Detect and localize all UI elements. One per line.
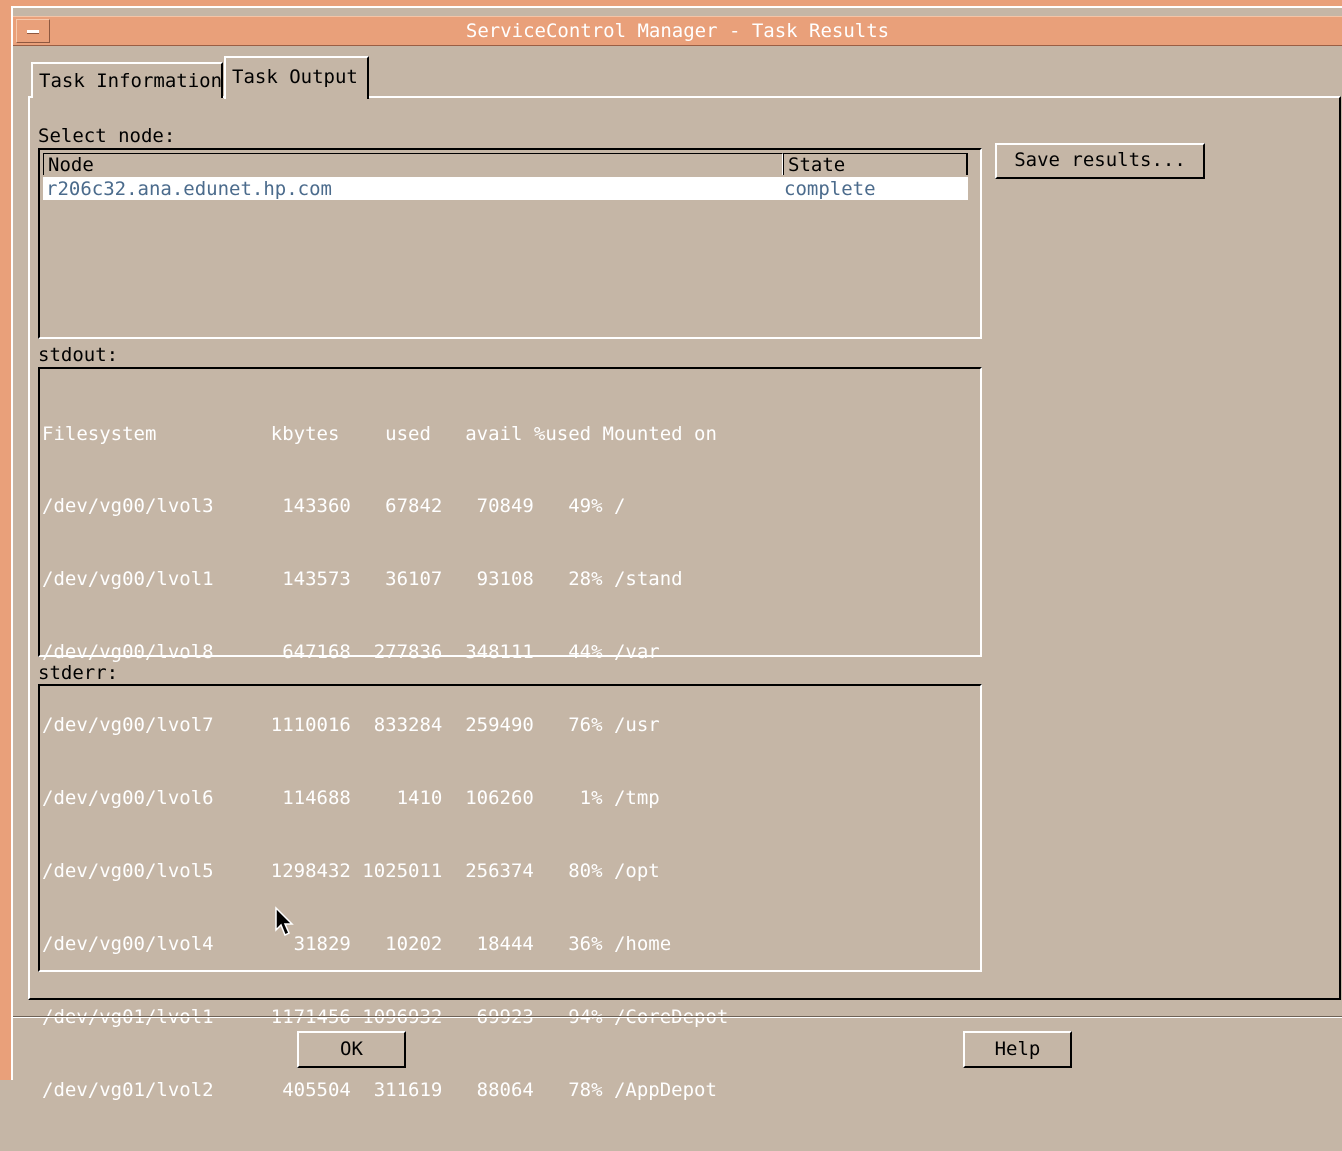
tab-task-output[interactable]: Task Output (224, 56, 369, 99)
title-bar[interactable]: ServiceControl Manager - Task Results (13, 16, 1342, 46)
stdout-line: /dev/vg00/lvol1 143573 36107 93108 28% /… (42, 568, 683, 591)
select-node-label: Select node: (38, 125, 176, 147)
stderr-label: stderr: (38, 662, 119, 684)
mouse-pointer-icon (274, 906, 296, 945)
stderr-text-area[interactable] (38, 684, 982, 972)
stdout-line: /dev/vg00/lvol8 647168 277836 348111 44%… (42, 641, 660, 664)
save-results-button[interactable]: Save results... (995, 143, 1205, 179)
button-separator (13, 1016, 1342, 1018)
stdout-line: /dev/vg01/lvol2 405504 311619 88064 78% … (42, 1078, 717, 1101)
window-title: ServiceControl Manager - Task Results (465, 20, 890, 42)
node-state-cell: complete (784, 178, 876, 200)
stdout-line: Filesystem kbytes used avail %used Mount… (42, 422, 717, 445)
column-header-node[interactable]: Node (43, 153, 783, 176)
column-header-node-label: Node (48, 154, 94, 176)
table-row[interactable]: r206c32.ana.edunet.hp.com complete (43, 177, 968, 200)
stdout-text-area[interactable]: Filesystem kbytes used avail %used Mount… (38, 367, 982, 1101)
column-header-state-label: State (788, 154, 846, 176)
node-list[interactable]: Node State r206c32.ana.edunet.hp.com com… (38, 148, 982, 339)
ok-button[interactable]: OK (297, 1031, 406, 1068)
node-name-cell: r206c32.ana.edunet.hp.com (46, 178, 332, 200)
stdout-label: stdout: (38, 344, 119, 366)
help-button[interactable]: Help (963, 1031, 1072, 1068)
tab-task-information[interactable]: Task Information (31, 62, 223, 98)
column-header-state[interactable]: State (783, 153, 968, 176)
stdout-line: /dev/vg00/lvol3 143360 67842 70849 49% / (42, 495, 626, 518)
